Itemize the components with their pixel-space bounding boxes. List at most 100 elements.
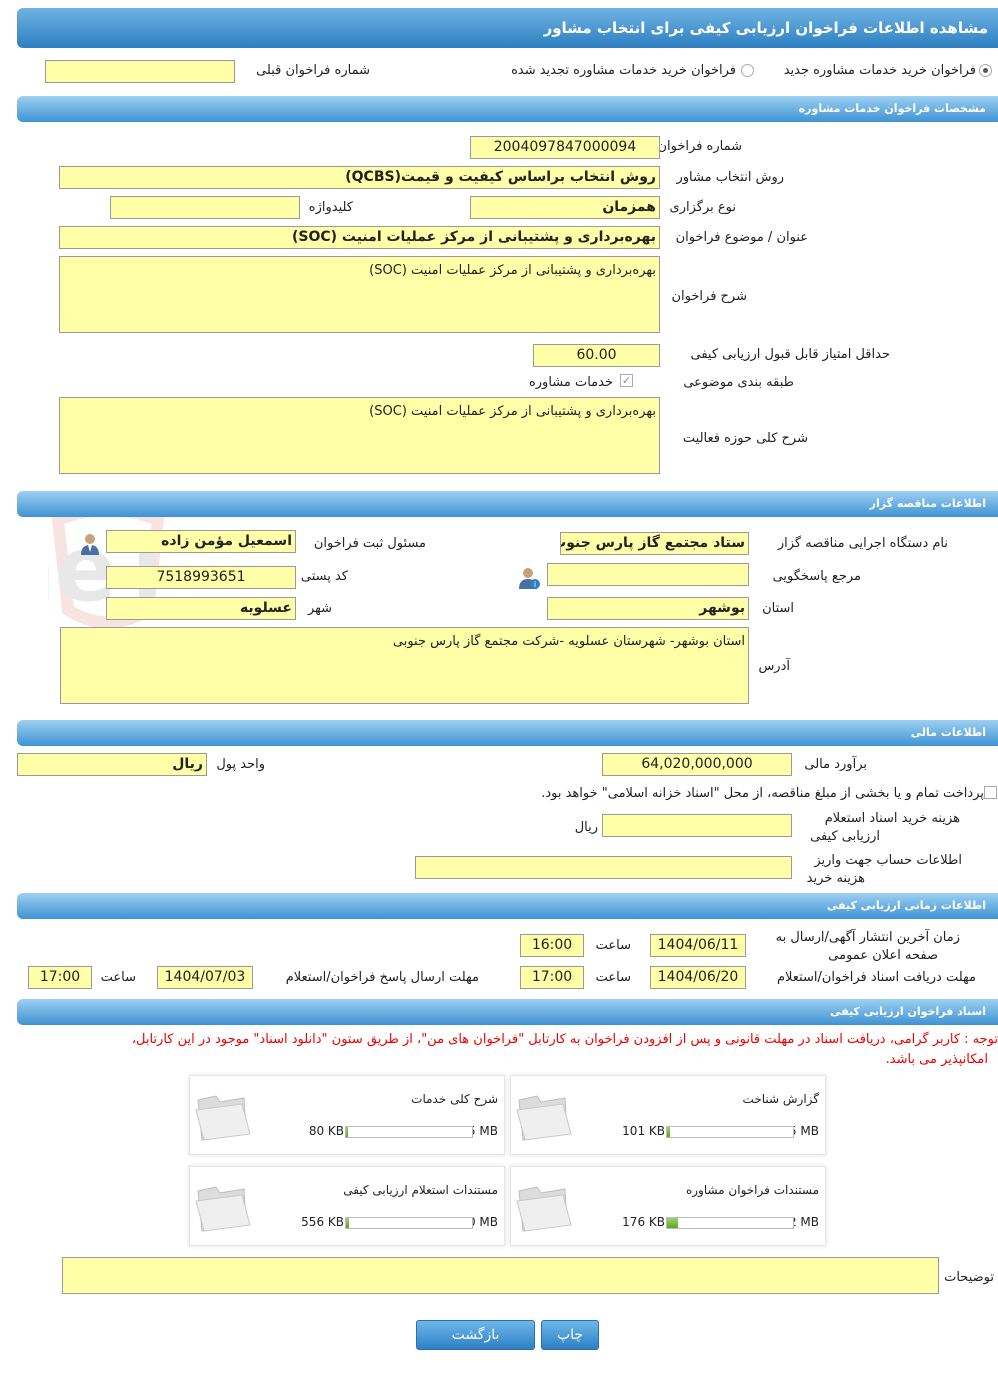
document-size-fill	[346, 1218, 349, 1228]
notice-line-2: امکانپذیر می باشد.	[885, 1052, 988, 1067]
address-label: آدرس	[758, 659, 790, 674]
call-number-field[interactable]: 2004097847000094	[470, 136, 660, 159]
document-size-fill	[667, 1218, 678, 1228]
document-size-bar	[666, 1126, 794, 1138]
keyword-field[interactable]	[110, 196, 300, 219]
city-field[interactable]: عسلویه	[106, 597, 296, 620]
page-title: مشاهده اطلاعات فراخوان ارزیابی کیفی برای…	[17, 8, 998, 48]
document-title: شرح کلی خدمات	[411, 1092, 498, 1106]
document-size-fill	[346, 1127, 348, 1137]
notes-label: توضیحات	[944, 1270, 994, 1285]
user-icon[interactable]	[79, 532, 101, 556]
address-field[interactable]: استان بوشهر- شهرستان عسلویه -شرکت مجتمع …	[60, 627, 749, 704]
province-field[interactable]: بوشهر	[547, 597, 749, 620]
radio-new-call-label: فراخوان خرید خدمات مشاوره جدید	[783, 63, 976, 78]
document-title: مستندات استعلام ارزیابی کیفی	[343, 1183, 498, 1197]
estimate-label: برآورد مالی	[804, 757, 867, 772]
document-card[interactable]: مستندات استعلام ارزیابی کیفی 20 MB 556 KB	[189, 1166, 505, 1246]
publish-label-2: صفحه اعلان عمومی	[828, 948, 938, 963]
province-label: استان	[762, 601, 794, 616]
description-label: شرح فراخوان	[671, 289, 748, 304]
section-documents: اسناد فراخوان ارزیابی کیفی	[17, 999, 998, 1025]
activity-label: شرح کلی حوزه فعالیت	[682, 431, 808, 446]
document-title: گزارش شناخت	[742, 1092, 819, 1106]
method-label: روش انتخاب مشاور	[676, 170, 784, 185]
doc-cost-label-2: ارزیابی کیفی	[810, 829, 880, 844]
subject-field[interactable]: بهره‌برداری و پشتیبانی از مرکز عملیات ام…	[59, 226, 660, 249]
publish-time-label: ساعت	[595, 938, 631, 953]
postal-label: کد پستی	[300, 569, 348, 584]
radio-new-call[interactable]	[979, 64, 992, 77]
method-field[interactable]: روش انتخاب براساس کیفیت و قیمت(QCBS)	[59, 166, 660, 189]
min-score-label: حداقل امتیاز قابل قبول ارزیابی کیفی	[690, 347, 890, 362]
document-card[interactable]: گزارش شناخت 5 MB 101 KB	[510, 1075, 826, 1155]
svg-text:i: i	[534, 580, 536, 589]
print-button[interactable]: چاپ	[541, 1320, 599, 1350]
description-field[interactable]: بهره‌برداری و پشتیبانی از مرکز عملیات ام…	[59, 256, 660, 333]
user-info-icon[interactable]: i	[518, 566, 540, 590]
document-size: 176 KB	[622, 1215, 665, 1229]
receive-date-field[interactable]: 1404/06/20	[650, 966, 746, 989]
category-checkbox[interactable]: ✓	[620, 374, 633, 387]
document-size-fill	[667, 1127, 670, 1137]
treasury-checkbox[interactable]	[984, 786, 997, 799]
reference-label: مرجع پاسخگویی	[772, 569, 861, 584]
section-financial: اطلاعات مالی	[17, 720, 998, 746]
responsible-field[interactable]: اسمعیل مؤمن زاده	[106, 530, 296, 553]
folder-icon	[195, 1186, 251, 1232]
section-tender-info: اطلاعات مناقصه گزار	[17, 491, 998, 517]
submit-time-field[interactable]: 17:00	[28, 966, 92, 989]
prev-call-field[interactable]	[45, 60, 235, 83]
document-size-bar	[345, 1126, 473, 1138]
receive-time-field[interactable]: 17:00	[520, 966, 584, 989]
activity-field[interactable]: بهره‌برداری و پشتیبانی از مرکز عملیات ام…	[59, 397, 660, 474]
radio-renewed-call[interactable]	[741, 64, 754, 77]
doc-cost-field[interactable]	[602, 814, 792, 837]
document-size: 80 KB	[308, 1124, 344, 1138]
org-field[interactable]: ستاد مجتمع گاز پارس جنوب	[560, 532, 749, 555]
estimate-field[interactable]: 64,020,000,000	[602, 753, 792, 776]
folder-icon	[195, 1095, 251, 1141]
account-label-2: هزینه خرید	[806, 871, 865, 886]
category-option-label: خدمات مشاوره	[528, 375, 613, 390]
notice-line-1: توجه : کاربر گرامی، دریافت اسناد در مهلت…	[131, 1032, 998, 1047]
keyword-label: کلیدواژه	[308, 200, 353, 215]
document-size: 101 KB	[622, 1124, 665, 1138]
publish-time-field[interactable]: 16:00	[520, 934, 584, 957]
currency-field[interactable]: ریال	[17, 753, 207, 776]
responsible-label: مسئول ثبت فراخوان	[313, 536, 426, 551]
city-label: شهر	[307, 601, 332, 616]
doc-cost-unit: ریال	[574, 820, 598, 835]
account-label-1: اطلاعات حساب جهت واریز	[814, 853, 962, 868]
publish-date-field[interactable]: 1404/06/11	[650, 934, 746, 957]
account-field[interactable]	[415, 856, 792, 879]
min-score-field[interactable]: 60.00	[533, 344, 660, 367]
radio-renewed-call-label: فراخوان خرید خدمات مشاوره تجدید شده	[511, 63, 736, 78]
document-title: مستندات فراخوان مشاوره	[685, 1183, 819, 1197]
document-card[interactable]: شرح کلی خدمات 5 MB 80 KB	[189, 1075, 505, 1155]
document-size-bar	[666, 1217, 794, 1229]
document-size-bar	[345, 1217, 473, 1229]
receive-time-label: ساعت	[595, 970, 631, 985]
call-number-label: شماره فراخوان	[657, 139, 743, 154]
section-service-spec: مشخصات فراخوان خدمات مشاوره	[17, 96, 998, 122]
publish-label-1: زمان آخرین انتشار آگهی/ارسال به	[775, 930, 960, 945]
submit-date-field[interactable]: 1404/07/03	[157, 966, 253, 989]
postal-field[interactable]: 7518993651	[106, 566, 296, 589]
notes-field[interactable]	[62, 1257, 939, 1294]
category-label: طبقه بندی موضوعی	[683, 375, 794, 390]
org-label: نام دستگاه اجرایی مناقصه گزار	[777, 536, 948, 551]
back-button[interactable]: بازگشت	[416, 1320, 535, 1350]
currency-label: واحد پول	[216, 757, 265, 772]
reference-field[interactable]	[547, 563, 749, 586]
type-field[interactable]: همزمان	[470, 196, 660, 219]
folder-icon	[516, 1186, 572, 1232]
section-timing: اطلاعات زمانی ارزیابی کیفی	[17, 893, 998, 919]
doc-cost-label-1: هزینه خرید اسناد استعلام	[824, 811, 960, 826]
receive-label: مهلت دریافت اسناد فراخوان/استعلام	[776, 970, 976, 985]
type-label: نوع برگزاری	[669, 200, 736, 215]
document-size: 556 KB	[301, 1215, 344, 1229]
document-card[interactable]: مستندات فراخوان مشاوره 2 MB 176 KB	[510, 1166, 826, 1246]
subject-label: عنوان / موضوع فراخوان	[675, 230, 808, 245]
submit-time-label: ساعت	[100, 970, 136, 985]
